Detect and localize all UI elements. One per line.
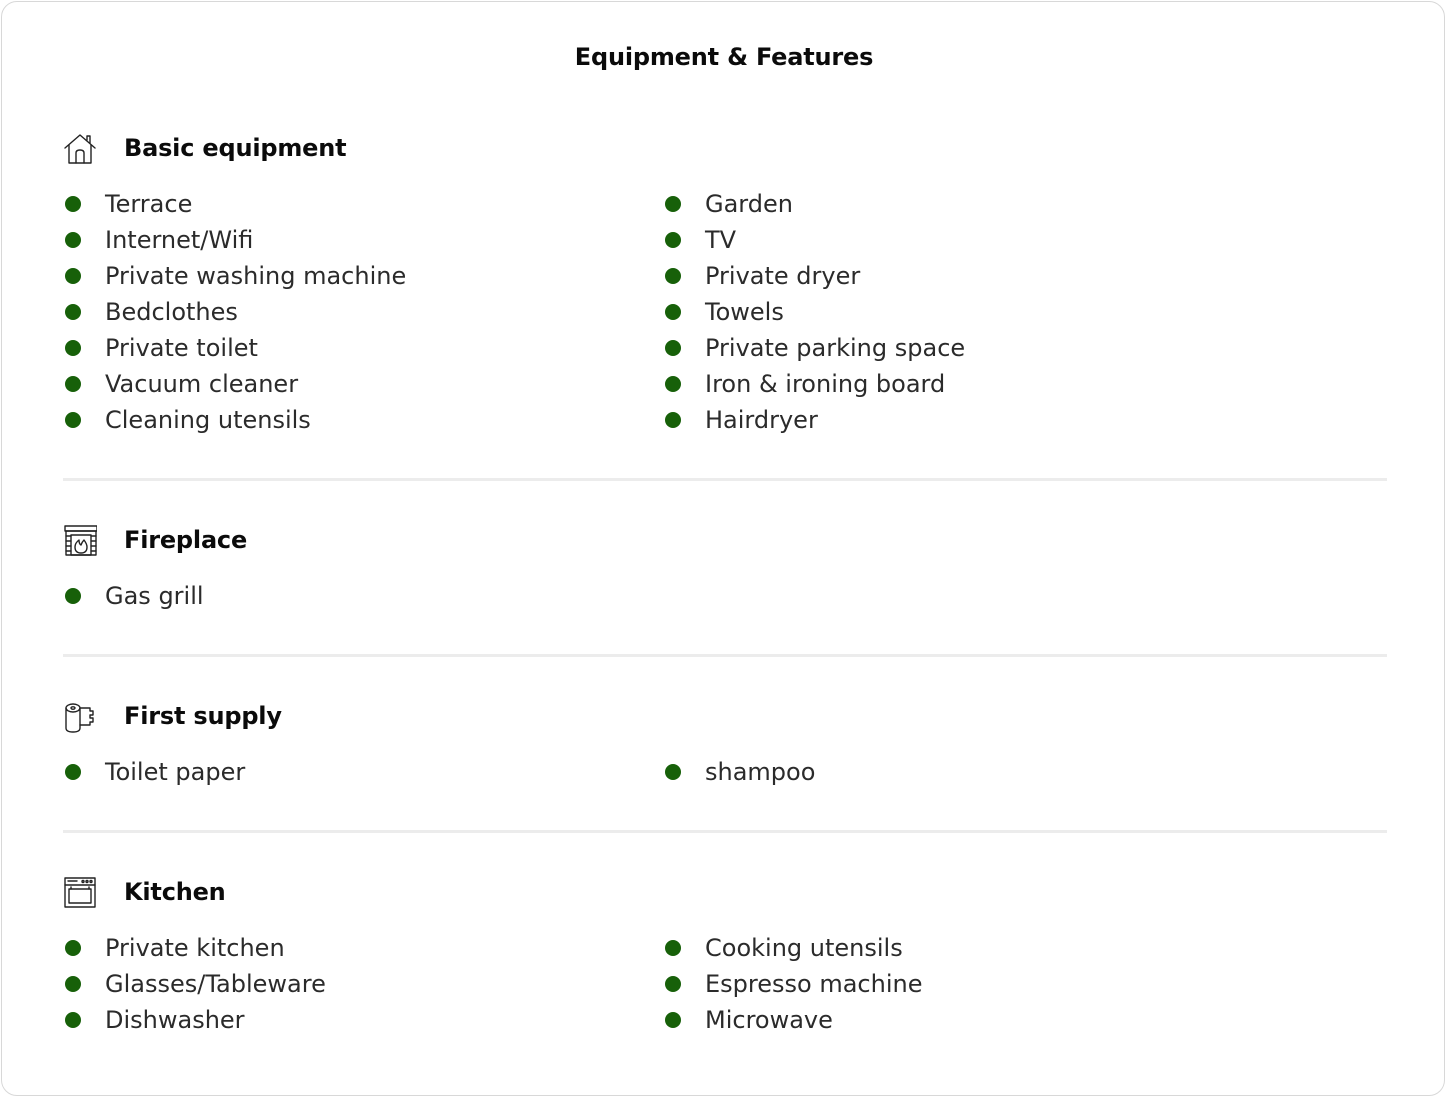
bullet-icon [65,268,81,284]
list-item: TV [663,225,1223,261]
bullet-icon [665,304,681,320]
bullet-icon [665,232,681,248]
bullet-icon [65,764,81,780]
bullet-icon [665,1012,681,1028]
list-item: Private parking space [663,333,1223,369]
bullet-icon [665,976,681,992]
list-item: Private kitchen [63,933,623,969]
section-divider [63,830,1387,833]
house-icon [63,131,97,165]
list-item: Espresso machine [663,969,1223,1005]
bullet-icon [665,376,681,392]
bullet-icon [665,196,681,212]
list-item: Dishwasher [63,1005,623,1041]
bullet-icon [65,340,81,356]
bullet-icon [665,340,681,356]
equipment-card: Equipment & Features Basic equipment Ter… [1,1,1445,1096]
fireplace-icon [63,523,97,557]
bullet-icon [65,1012,81,1028]
list-item: Iron & ironing board [663,369,1223,405]
bullet-icon [65,376,81,392]
section-divider [63,478,1387,481]
oven-icon [63,875,97,909]
list-item: Vacuum cleaner [63,369,623,405]
bullet-icon [65,976,81,992]
list-item: Private toilet [63,333,623,369]
bullet-icon [65,940,81,956]
list-item: Cleaning utensils [63,405,623,441]
list-item: Hairdryer [663,405,1223,441]
list-item: Toilet paper [63,757,623,793]
bullet-icon [665,268,681,284]
toilet-paper-icon [63,699,97,733]
list-item: Bedclothes [63,297,623,333]
bullet-icon [65,412,81,428]
list-item: Gas grill [63,581,623,617]
section-header: Kitchen [63,875,663,911]
list-item: shampoo [663,757,1223,793]
list-item: Private washing machine [63,261,623,297]
list-item: Glasses/Tableware [63,969,623,1005]
list-item: Terrace [63,189,623,225]
section-header: Basic equipment [63,131,663,167]
bullet-icon [65,304,81,320]
bullet-icon [665,940,681,956]
bullet-icon [65,196,81,212]
section-header: Fireplace [63,523,663,559]
list-item: Private dryer [663,261,1223,297]
bullet-icon [65,232,81,248]
section-title: Basic equipment [124,134,347,162]
list-item: Cooking utensils [663,933,1223,969]
list-item: Microwave [663,1005,1223,1041]
list-item: Garden [663,189,1223,225]
list-item: Internet/Wifi [63,225,623,261]
section-title: First supply [124,702,282,730]
bullet-icon [665,764,681,780]
section-header: First supply [63,699,663,735]
section-title: Kitchen [124,878,226,906]
bullet-icon [65,588,81,604]
section-divider [63,654,1387,657]
section-title: Fireplace [124,526,248,554]
bullet-icon [665,412,681,428]
page-title: Equipment & Features [574,43,874,71]
list-item: Towels [663,297,1223,333]
